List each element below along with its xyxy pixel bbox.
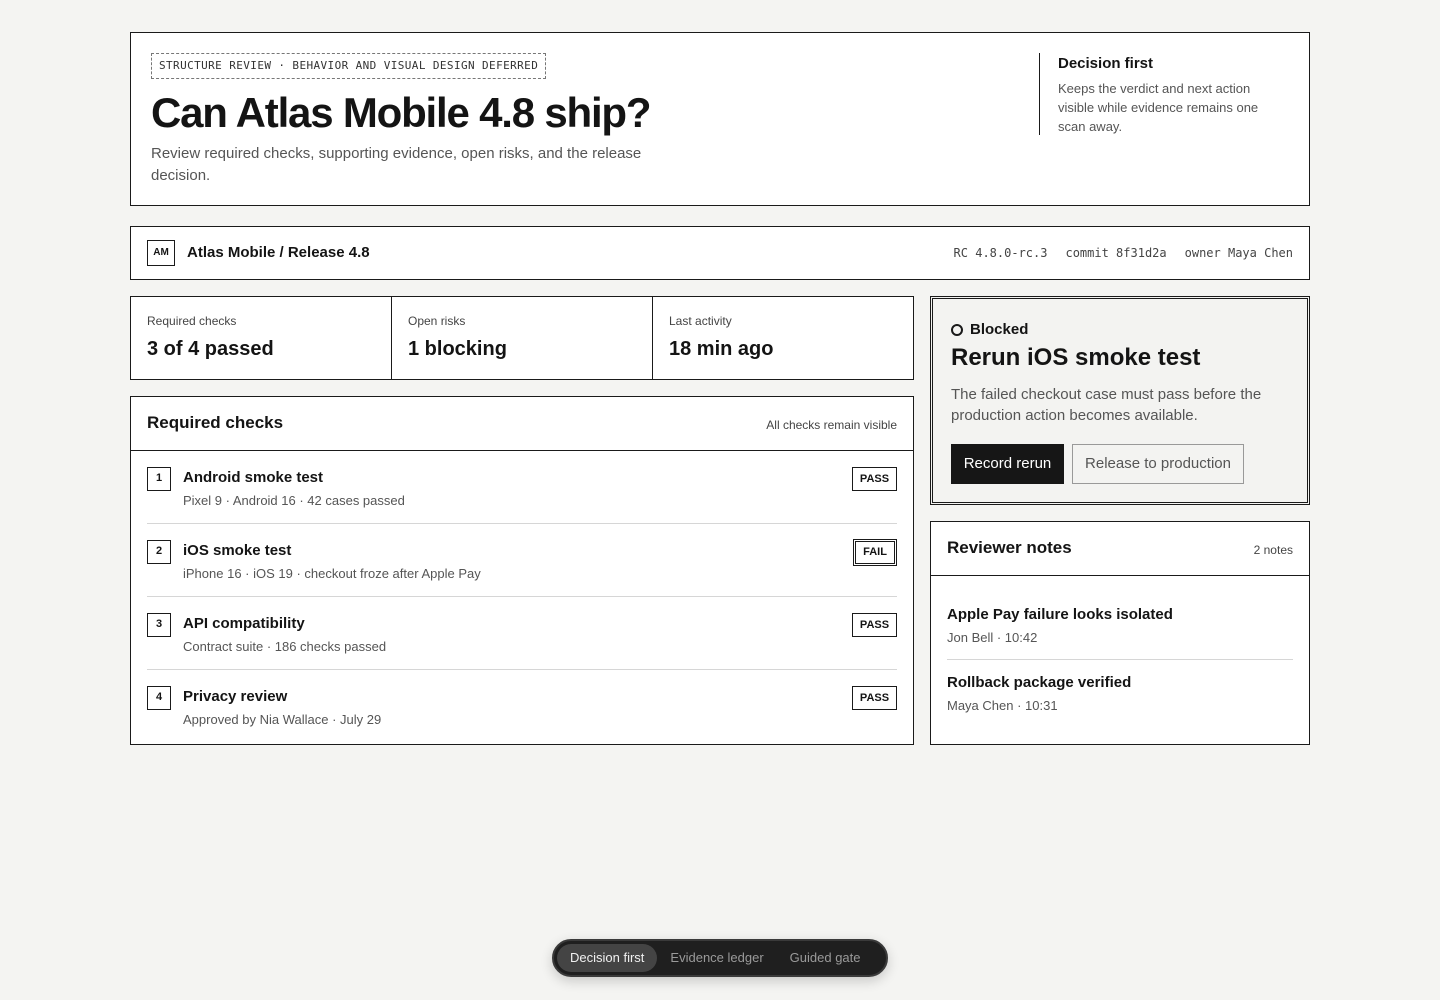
check-title: iOS smoke test xyxy=(183,542,292,559)
status-badge: PASS xyxy=(852,613,897,637)
note-title: Rollback package verified xyxy=(947,674,1132,691)
check-number: 1 xyxy=(147,467,171,491)
tab-decision-first[interactable]: Decision first xyxy=(557,944,658,972)
note-item[interactable]: Apple Pay failure looks isolated Jon Bel… xyxy=(947,576,1293,660)
notes-count: 2 notes xyxy=(1253,543,1293,557)
check-number: 2 xyxy=(147,540,171,564)
panel-title: Required checks xyxy=(147,413,284,432)
check-detail: Pixel 9 · Android 16 · 42 cases passed xyxy=(183,493,405,508)
check-row-api[interactable]: 3 API compatibility Contract suite · 186… xyxy=(147,597,897,670)
decision-status: Blocked xyxy=(951,321,1028,339)
stat-label: Required checks xyxy=(147,314,237,328)
note-item[interactable]: Rollback package verified Maya Chen · 10… xyxy=(947,660,1293,728)
tab-evidence-ledger[interactable]: Evidence ledger xyxy=(657,944,776,972)
page-title: Can Atlas Mobile 4.8 ship? xyxy=(151,89,652,136)
status-badge: PASS xyxy=(852,467,897,491)
panel-title: Reviewer notes xyxy=(947,538,1072,557)
check-row-ios[interactable]: 2 iOS smoke test iPhone 16 · iOS 19 · ch… xyxy=(147,524,897,597)
stat-value: 3 of 4 passed xyxy=(147,338,274,360)
status-badge: FAIL xyxy=(853,539,897,566)
next-action-description: The failed checkout case must pass befor… xyxy=(951,386,1262,424)
check-detail: iPhone 16 · iOS 19 · checkout froze afte… xyxy=(183,566,481,581)
check-list: 1 Android smoke test Pixel 9 · Android 1… xyxy=(131,451,913,743)
panel-header: Reviewer notes 2 notes xyxy=(931,522,1309,576)
summary-stats: Required checks 3 of 4 passed Open risks… xyxy=(130,296,914,380)
required-checks-panel: Required checks All checks remain visibl… xyxy=(130,396,914,745)
project-name: Atlas Mobile / Release 4.8 xyxy=(187,244,370,261)
check-detail: Contract suite · 186 checks passed xyxy=(183,639,387,654)
panel-header: Required checks All checks remain visibl… xyxy=(131,397,913,451)
stat-open-risks: Open risks 1 blocking xyxy=(392,297,653,379)
check-title: API compatibility xyxy=(183,615,305,632)
blocked-status-icon xyxy=(951,324,963,336)
reviewer-notes-panel: Reviewer notes 2 notes Apple Pay failure… xyxy=(930,521,1310,745)
review-scope-tag: STRUCTURE REVIEW · BEHAVIOR AND VISUAL D… xyxy=(151,53,547,79)
stat-label: Last activity xyxy=(669,314,732,328)
page-subtitle: Review required checks, supporting evide… xyxy=(151,145,642,184)
next-action-title: Rerun iOS smoke test xyxy=(951,344,1201,371)
layout-switcher: Decision first Evidence ledger Guided ga… xyxy=(552,939,888,977)
stat-last-activity: Last activity 18 min ago xyxy=(653,297,913,379)
panel-note: All checks remain visible xyxy=(766,418,897,432)
check-title: Android smoke test xyxy=(183,469,324,486)
check-row-android[interactable]: 1 Android smoke test Pixel 9 · Android 1… xyxy=(147,451,897,524)
record-rerun-button[interactable]: Record rerun xyxy=(951,444,1064,484)
hero-panel: STRUCTURE REVIEW · BEHAVIOR AND VISUAL D… xyxy=(130,32,1310,206)
stat-label: Open risks xyxy=(408,314,466,328)
layout-summary: Keeps the verdict and next action visibl… xyxy=(1058,81,1259,134)
check-number: 3 xyxy=(147,613,171,637)
release-to-production-button[interactable]: Release to production xyxy=(1072,444,1244,484)
stat-required-checks: Required checks 3 of 4 passed xyxy=(131,297,392,379)
note-meta: Jon Bell · 10:42 xyxy=(947,630,1038,645)
decision-card: Blocked Rerun iOS smoke test The failed … xyxy=(930,296,1310,505)
stat-value: 18 min ago xyxy=(669,338,774,360)
note-title: Apple Pay failure looks isolated xyxy=(947,606,1173,623)
check-number: 4 xyxy=(147,686,171,710)
tab-guided-gate[interactable]: Guided gate xyxy=(777,944,874,972)
release-candidate: RC 4.8.0-rc.3 xyxy=(953,246,1048,260)
check-row-privacy[interactable]: 4 Privacy review Approved by Nia Wallace… xyxy=(147,670,897,743)
layout-description: Decision first Keeps the verdict and nex… xyxy=(1039,53,1279,135)
project-bar: AM Atlas Mobile / Release 4.8 RC 4.8.0-r… xyxy=(130,226,1310,280)
note-list: Apple Pay failure looks isolated Jon Bel… xyxy=(931,576,1309,728)
project-meta: RC 4.8.0-rc.3 commit 8f31d2a owner Maya … xyxy=(954,245,1293,261)
stat-value: 1 blocking xyxy=(408,338,507,360)
layout-name: Decision first xyxy=(1058,55,1154,72)
decision-status-label: Blocked xyxy=(970,321,1029,338)
status-badge: PASS xyxy=(852,686,897,710)
commit-hash: commit 8f31d2a xyxy=(1065,246,1167,260)
check-detail: Approved by Nia Wallace · July 29 xyxy=(183,712,382,727)
check-title: Privacy review xyxy=(183,688,288,705)
release-owner: owner Maya Chen xyxy=(1184,246,1293,260)
note-meta: Maya Chen · 10:31 xyxy=(947,698,1058,713)
project-avatar: AM xyxy=(147,240,175,266)
